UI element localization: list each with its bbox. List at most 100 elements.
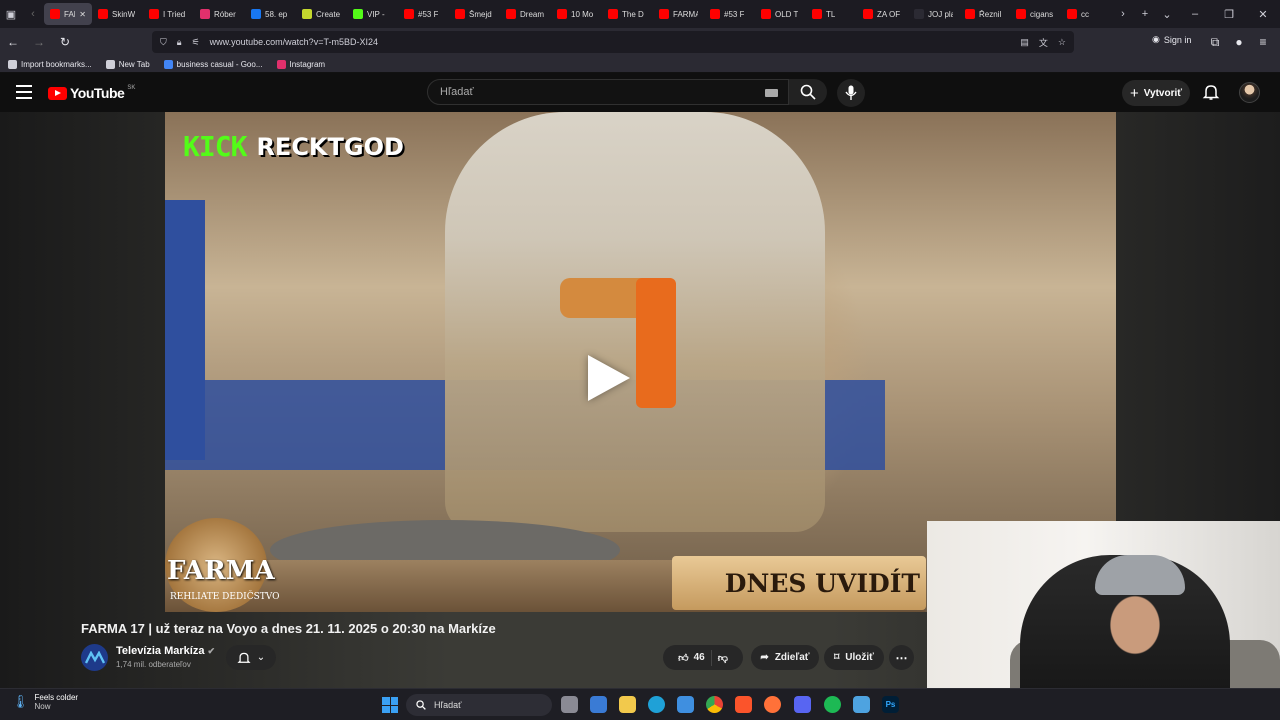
file-explorer-icon[interactable] <box>619 696 636 713</box>
tab-favicon-icon <box>50 9 60 19</box>
photos-icon[interactable] <box>677 696 694 713</box>
browser-tab[interactable]: Create <box>296 3 347 25</box>
browser-tab[interactable]: cc <box>1061 3 1112 25</box>
bookmark-star-icon[interactable]: ☆ <box>1058 37 1066 48</box>
new-tab-icon[interactable]: + <box>1134 8 1156 20</box>
browser-tab[interactable]: FARMA ✕ <box>44 3 92 25</box>
browser-tab[interactable]: JOJ play <box>908 3 959 25</box>
tab-label: Create <box>316 9 341 19</box>
tab-favicon-icon <box>302 9 312 19</box>
tab-label: SkinW <box>112 9 136 19</box>
bookmark-item[interactable]: business casual - Goo... <box>163 59 263 69</box>
close-tab-icon[interactable]: ✕ <box>79 10 86 19</box>
browser-tab[interactable]: I Tried <box>143 3 194 25</box>
color-extension-icon[interactable]: ● <box>1226 35 1252 49</box>
url-text[interactable]: www.youtube.com/watch?v=T-m5BD-XI24 <box>210 37 378 47</box>
tab-favicon-icon <box>353 9 363 19</box>
browser-tab[interactable]: Róber <box>194 3 245 25</box>
tab-favicon-icon <box>455 9 465 19</box>
forward-icon[interactable]: → <box>26 35 52 49</box>
search-input[interactable]: Hľadať <box>427 79 789 105</box>
search-button[interactable] <box>789 79 827 105</box>
browser-tab[interactable]: Dream <box>500 3 551 25</box>
stream-overlay: KICK RECKTGOD <box>183 130 404 163</box>
browser-tab[interactable]: VIP - <box>347 3 398 25</box>
tab-favicon-icon <box>404 9 414 19</box>
browser-tab[interactable]: FARMA <box>653 3 704 25</box>
more-actions-button[interactable]: ⋯ <box>889 645 914 670</box>
notifications-button[interactable] <box>1202 83 1220 101</box>
guide-menu-icon[interactable] <box>16 85 32 99</box>
reload-icon[interactable]: ↻ <box>52 35 78 49</box>
menu-icon[interactable]: ≡ <box>1250 35 1276 49</box>
spotify-icon[interactable] <box>824 696 841 713</box>
account-avatar[interactable] <box>1239 82 1260 103</box>
browser-tab[interactable]: OLD T <box>755 3 806 25</box>
brave-icon[interactable] <box>735 696 752 713</box>
youtube-logo-text: YouTube <box>70 85 125 101</box>
tab-label: #53 F <box>418 9 439 19</box>
start-button[interactable] <box>382 697 398 713</box>
create-button[interactable]: + Vytvoriť <box>1122 80 1190 106</box>
save-button[interactable]: ⌑ Uložiť <box>824 645 884 670</box>
voice-search-button[interactable] <box>837 79 865 107</box>
permissions-icon[interactable]: ⚟ <box>192 37 200 48</box>
play-icon[interactable] <box>588 355 630 401</box>
sign-in-button[interactable]: ◉ Sign in <box>1152 34 1191 45</box>
browser-tab[interactable]: 58. ep <box>245 3 296 25</box>
youtube-logo[interactable]: YouTube SK <box>48 85 135 101</box>
browser-tab[interactable]: 10 Mo <box>551 3 602 25</box>
lock-icon[interactable]: 🔒︎ <box>177 37 182 48</box>
subscription-bell-button[interactable]: ⌄ <box>226 645 276 670</box>
tab-label: OLD T <box>775 9 799 19</box>
browser-tab[interactable]: #53 F <box>398 3 449 25</box>
translate-icon[interactable]: 文 <box>1039 36 1048 49</box>
notepad-icon[interactable] <box>853 696 870 713</box>
store-icon[interactable] <box>590 696 607 713</box>
import-icon <box>8 59 17 69</box>
share-button[interactable]: ➦ Zdieľať <box>751 645 819 670</box>
chrome-icon[interactable] <box>706 696 723 713</box>
back-icon[interactable]: ← <box>0 35 26 49</box>
bookmark-item[interactable]: Import bookmarks... <box>8 59 92 69</box>
discord-icon[interactable] <box>794 696 811 713</box>
tab-scroll-left-icon[interactable]: ‹ <box>22 8 44 20</box>
weather-widget[interactable]: 🌡︎ Feels colder Now <box>12 693 78 711</box>
browser-tab[interactable]: cigans <box>1010 3 1061 25</box>
restore-icon[interactable]: ❐ <box>1212 8 1246 21</box>
tab-overview-icon[interactable]: ▣ <box>0 8 22 21</box>
minimize-icon[interactable]: – <box>1178 8 1212 20</box>
browser-tab[interactable]: Šmejd <box>449 3 500 25</box>
like-button[interactable]: 👍︎ 46 <box>678 652 705 664</box>
address-bar[interactable]: ⛉ 🔒︎ ⚟ www.youtube.com/watch?v=T-m5BD-XI… <box>152 31 1074 53</box>
browser-tab[interactable]: ZA OF <box>857 3 908 25</box>
extensions-icon[interactable]: ⧉ <box>1202 35 1228 50</box>
dislike-button[interactable]: 👎︎ <box>718 652 728 664</box>
shield-icon[interactable]: ⛉ <box>160 37 167 48</box>
taskbar-search[interactable]: Hľadať <box>406 694 552 716</box>
browser-tab[interactable]: The D <box>602 3 653 25</box>
tab-label: ZA OF <box>877 9 901 19</box>
edge-icon[interactable] <box>648 696 665 713</box>
bookmark-item[interactable]: New Tab <box>105 59 150 69</box>
reader-view-icon[interactable]: ▤ <box>1020 37 1029 48</box>
tab-list-dropdown-icon[interactable]: ⌄ <box>1156 8 1178 21</box>
channel-name[interactable]: Televízia Markíza ✔︎ <box>116 645 215 657</box>
browser-tab[interactable]: Řeznil <box>959 3 1010 25</box>
channel-name-text: Televízia Markíza <box>116 645 205 657</box>
photoshop-icon[interactable]: Ps <box>882 696 899 713</box>
show-logo-text: FARMA <box>167 556 275 586</box>
tab-favicon-icon <box>149 9 159 19</box>
channel-avatar[interactable] <box>81 644 108 671</box>
keyboard-icon[interactable] <box>765 89 778 97</box>
tab-scroll-right-icon[interactable]: › <box>1112 8 1134 20</box>
task-view-icon[interactable] <box>561 696 578 713</box>
firefox-icon[interactable] <box>764 696 781 713</box>
close-window-icon[interactable]: ✕ <box>1246 8 1280 21</box>
browser-tab[interactable]: TL <box>806 3 857 25</box>
browser-nav-bar: ← → ↻ ⛉ 🔒︎ ⚟ www.youtube.com/watch?v=T-m… <box>0 28 1280 56</box>
bookmark-item[interactable]: Instagram <box>276 59 325 69</box>
browser-tab[interactable]: #53 F <box>704 3 755 25</box>
like-count: 46 <box>693 652 705 663</box>
browser-tab[interactable]: SkinW <box>92 3 143 25</box>
